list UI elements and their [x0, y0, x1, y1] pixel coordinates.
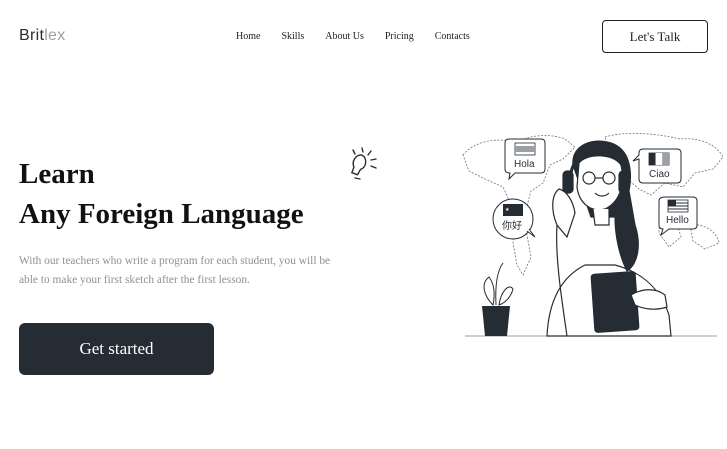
nav-item-skills[interactable]: Skills: [281, 30, 304, 44]
get-started-button[interactable]: Get started: [19, 323, 214, 375]
bubble-text-ciao: Ciao: [649, 169, 670, 180]
speech-bubble-ciao: Ciao: [632, 148, 682, 184]
hero-title-line1: Learn: [19, 158, 95, 190]
speech-bubble-hola: Hola: [504, 138, 546, 181]
nav-item-about-us[interactable]: About Us: [325, 30, 364, 44]
svg-text:★: ★: [505, 207, 510, 213]
lightbulb-icon: [350, 147, 377, 180]
logo-text-primary: Brit: [19, 27, 45, 44]
logo[interactable]: Britlex: [19, 26, 66, 46]
hero-title-line2: Any Foreign Language: [19, 198, 304, 230]
speech-bubble-chinese: ★ 你好: [492, 198, 536, 240]
speech-bubble-hello: Hello: [658, 196, 698, 237]
main-nav: Home Skills About Us Pricing Contacts: [236, 30, 491, 44]
nav-item-pricing[interactable]: Pricing: [385, 30, 414, 44]
plant-graphic: [482, 262, 514, 336]
bubble-text-hello: Hello: [666, 215, 689, 226]
hero-title: Learn Any Foreign Language: [19, 154, 304, 234]
hero-illustration: Hola Ciao ★ 你好 Hello: [462, 132, 724, 337]
logo-text-secondary: lex: [44, 27, 66, 44]
hero-subtitle: With our teachers who write a program fo…: [19, 255, 331, 286]
bubble-text-chinese: 你好: [502, 219, 522, 232]
bubble-text-hola: Hola: [514, 159, 535, 170]
nav-item-home[interactable]: Home: [236, 30, 260, 44]
nav-item-contacts[interactable]: Contacts: [435, 30, 470, 44]
lets-talk-button[interactable]: Let's Talk: [602, 20, 708, 53]
